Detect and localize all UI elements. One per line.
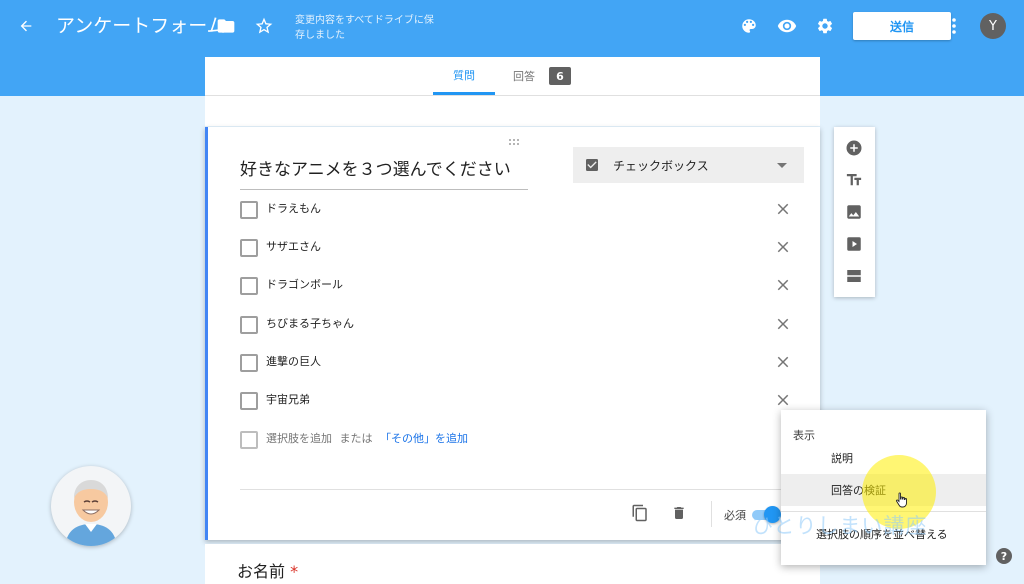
option-row: 宇宙兄弟 bbox=[240, 390, 800, 412]
save-status: 変更内容をすべてドライブに保存しました bbox=[295, 15, 434, 41]
option-row: 進撃の巨人 bbox=[240, 352, 800, 374]
option-checkbox bbox=[240, 392, 258, 410]
option-checkbox bbox=[240, 354, 258, 372]
help-icon[interactable]: ? bbox=[996, 548, 1012, 564]
menu-heading: 表示 bbox=[793, 429, 815, 442]
gear-icon[interactable] bbox=[814, 15, 836, 37]
remove-option-icon[interactable] bbox=[774, 391, 792, 409]
dropdown-arrow-icon bbox=[776, 161, 788, 169]
eye-icon[interactable] bbox=[776, 15, 798, 37]
checkbox-checked-icon bbox=[583, 156, 601, 174]
add-other-link[interactable]: 「その他」を追加 bbox=[380, 432, 468, 445]
side-toolbar bbox=[834, 127, 875, 297]
question-type-label: チェックボックス bbox=[613, 159, 709, 173]
trash-icon[interactable] bbox=[669, 503, 689, 523]
back-arrow-icon[interactable] bbox=[16, 16, 36, 36]
tab-responses[interactable]: 回答 bbox=[513, 57, 535, 95]
question-title-input[interactable]: 好きなアニメを３つ選んでください bbox=[240, 158, 528, 190]
required-asterisk: * bbox=[290, 562, 299, 581]
drag-handle-icon[interactable] bbox=[508, 131, 522, 145]
required-label: 必須 bbox=[724, 509, 746, 522]
remove-option-icon[interactable] bbox=[774, 315, 792, 333]
presenter-mascot bbox=[51, 466, 131, 546]
add-question-icon[interactable] bbox=[844, 138, 864, 158]
option-label[interactable]: 進撃の巨人 bbox=[266, 354, 321, 370]
option-checkbox bbox=[240, 316, 258, 334]
star-outline-icon[interactable] bbox=[253, 15, 275, 37]
option-row: サザエさん bbox=[240, 237, 800, 259]
avatar[interactable]: Y bbox=[980, 13, 1006, 39]
question-type-select[interactable]: チェックボックス bbox=[573, 147, 804, 183]
option-label[interactable]: サザエさん bbox=[266, 239, 321, 255]
hand-cursor-icon bbox=[894, 491, 910, 509]
option-checkbox bbox=[240, 239, 258, 257]
option-label[interactable]: ちびまる子ちゃん bbox=[266, 316, 354, 332]
send-button[interactable]: 送信 bbox=[853, 12, 951, 40]
card-footer-divider bbox=[240, 489, 802, 490]
option-checkbox bbox=[240, 277, 258, 295]
form-header-strip bbox=[205, 96, 820, 126]
response-count-badge: 6 bbox=[549, 67, 571, 85]
add-image-icon[interactable] bbox=[844, 202, 864, 222]
remove-option-icon[interactable] bbox=[774, 353, 792, 371]
option-checkbox bbox=[240, 201, 258, 219]
remove-option-icon[interactable] bbox=[774, 276, 792, 294]
add-option-link[interactable]: 選択肢を追加 bbox=[266, 432, 332, 445]
next-question-card[interactable]: お名前 * bbox=[205, 544, 820, 584]
menu-item-label: 説明 bbox=[831, 452, 853, 465]
add-section-icon[interactable] bbox=[844, 266, 864, 286]
next-question-title: お名前 bbox=[237, 562, 286, 581]
option-row: ちびまる子ちゃん bbox=[240, 314, 800, 336]
remove-option-icon[interactable] bbox=[774, 200, 792, 218]
remove-option-icon[interactable] bbox=[774, 238, 792, 256]
form-title[interactable]: アンケートフォーム bbox=[56, 14, 226, 38]
option-label[interactable]: ドラえもん bbox=[266, 201, 321, 217]
add-option-row: 選択肢を追加 または 「その他」を追加 bbox=[240, 429, 800, 451]
form-tabs: 質問 回答 6 bbox=[205, 57, 820, 96]
palette-icon[interactable] bbox=[738, 15, 760, 37]
option-label[interactable]: ドラゴンボール bbox=[266, 277, 343, 293]
add-title-icon[interactable] bbox=[844, 170, 864, 190]
watermark-text: ひとりしまい講座 bbox=[752, 514, 928, 538]
footer-separator bbox=[711, 501, 712, 527]
option-label[interactable]: 宇宙兄弟 bbox=[266, 392, 310, 408]
option-row: ドラえもん bbox=[240, 199, 800, 221]
more-vert-icon[interactable] bbox=[946, 15, 962, 37]
tab-questions[interactable]: 質問 bbox=[433, 57, 495, 95]
or-text: または bbox=[339, 432, 373, 445]
question-card[interactable]: 好きなアニメを３つ選んでください チェックボックス ドラえもん サザエさん ドラ… bbox=[205, 127, 820, 540]
option-checkbox bbox=[240, 431, 258, 449]
add-video-icon[interactable] bbox=[844, 234, 864, 254]
duplicate-icon[interactable] bbox=[630, 503, 650, 523]
folder-icon[interactable] bbox=[215, 15, 237, 37]
option-row: ドラゴンボール bbox=[240, 275, 800, 297]
